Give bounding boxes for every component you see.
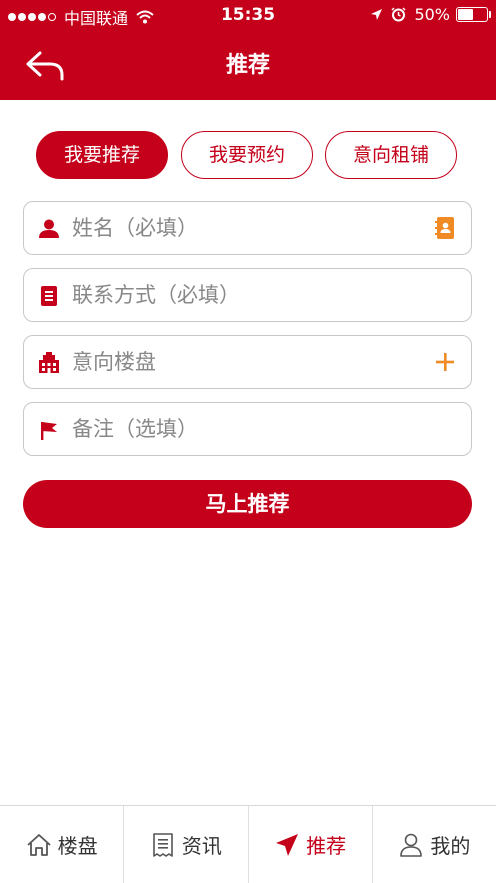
contact-book-icon[interactable] <box>433 216 457 240</box>
tabbar-label-properties: 楼盘 <box>57 834 98 858</box>
tabbar-item-recommend[interactable]: 推荐 <box>249 806 373 883</box>
contact-field <box>23 268 472 322</box>
page-title: 推荐 <box>225 53 270 78</box>
submit-button[interactable]: 马上推荐 <box>23 480 472 528</box>
status-right: 50% <box>370 5 491 24</box>
tab-appointment[interactable]: 我要预约 <box>181 131 313 179</box>
send-icon <box>274 832 300 858</box>
tabbar-label-recommend: 推荐 <box>306 834 347 858</box>
top-bar: 中国联通 15:35 50% 推荐 <box>0 0 496 100</box>
status-bar: 中国联通 15:35 50% <box>0 0 496 32</box>
news-icon <box>150 832 176 858</box>
alarm-icon <box>391 7 406 22</box>
tabbar-item-mine[interactable]: 我的 <box>373 806 496 883</box>
property-field <box>23 335 472 389</box>
name-field <box>23 201 472 255</box>
plus-icon[interactable] <box>433 350 457 374</box>
bottom-tab-bar: 楼盘 资讯 推荐 我的 <box>0 805 496 883</box>
tabbar-item-properties[interactable]: 楼盘 <box>0 806 125 883</box>
remark-field <box>23 402 472 456</box>
document-icon <box>38 285 60 307</box>
battery-percent: 50% <box>414 5 450 24</box>
flag-icon <box>38 419 60 441</box>
tab-rent-shop[interactable]: 意向租铺 <box>325 131 457 179</box>
name-input[interactable] <box>72 210 422 246</box>
segment-tabs: 我要推荐 我要预约 意向租铺 <box>36 131 460 181</box>
tabbar-item-news[interactable]: 资讯 <box>124 806 249 883</box>
user-icon <box>398 832 424 858</box>
home-icon <box>26 832 52 858</box>
nav-bar: 推荐 <box>0 32 496 100</box>
property-input[interactable] <box>72 344 422 380</box>
contact-input[interactable] <box>72 277 422 313</box>
building-icon <box>38 352 60 374</box>
remark-input[interactable] <box>72 411 422 447</box>
tabbar-label-mine: 我的 <box>430 834 471 858</box>
location-arrow-icon <box>370 8 383 21</box>
tab-recommend[interactable]: 我要推荐 <box>36 131 168 179</box>
battery-icon <box>456 7 491 22</box>
person-icon <box>38 218 60 240</box>
tabbar-label-news: 资讯 <box>181 834 222 858</box>
